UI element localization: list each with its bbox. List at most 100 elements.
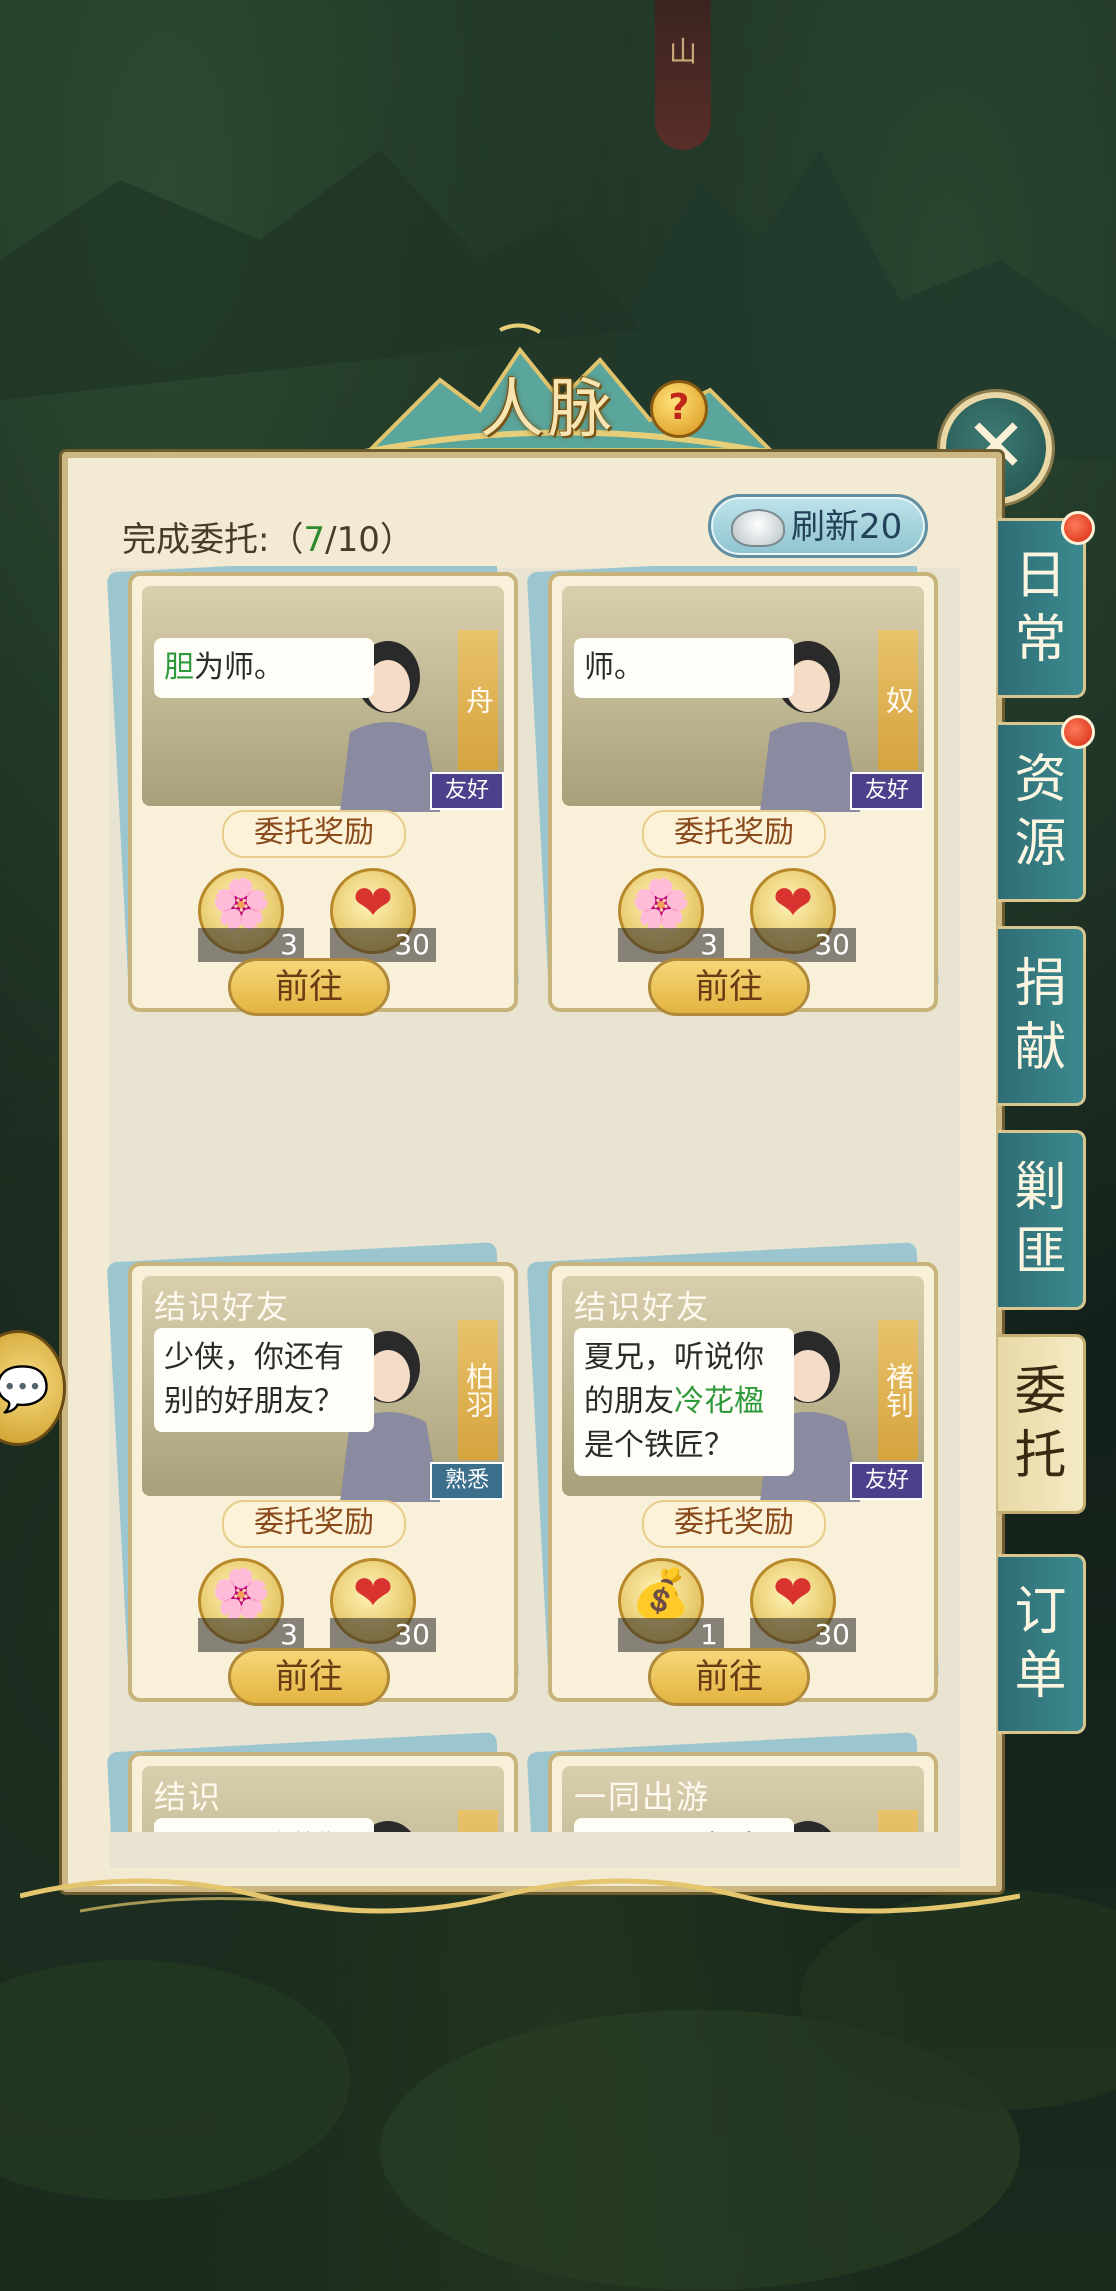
card-scene: 结识好友 夏兄，听说你的朋友冷花楹是个铁匠？ 褚钊 友好 bbox=[562, 1276, 924, 1502]
npc-speech: 夏兄，听说你的朋友冷花楹是个铁匠？ bbox=[574, 1328, 794, 1476]
card-scene: 师。 奴 友好 bbox=[562, 586, 924, 812]
reward-item-count: 3 bbox=[198, 1618, 304, 1652]
notification-dot-icon bbox=[1061, 715, 1095, 749]
card-category: 结识好友 bbox=[574, 1288, 711, 1326]
reward-favor-count: 30 bbox=[330, 1618, 436, 1652]
tab-捐献[interactable]: 捐献 bbox=[998, 926, 1086, 1106]
heart-icon: ❤ bbox=[772, 875, 814, 931]
speech-text: 公子，听说你的路子很广？ bbox=[164, 1830, 344, 1832]
progress-open: （ bbox=[269, 520, 304, 560]
relation-badge: 友好 bbox=[430, 772, 504, 810]
card-front: 师。 奴 友好 委托奖励 🌸 3 ❤ 30 前往 bbox=[548, 572, 938, 1016]
npc-speech: 师。 bbox=[574, 638, 794, 698]
commission-card: 结识好友 夏兄，听说你的朋友冷花楹是个铁匠？ 褚钊 友好 委托奖励 💰 1 ❤ … bbox=[526, 1242, 948, 1706]
reward-favor-count: 30 bbox=[330, 928, 436, 962]
progress-current: 7 bbox=[303, 520, 326, 560]
tab-label-char: 源 bbox=[1014, 814, 1067, 874]
commission-card-list[interactable]: 胆为师。 舟 友好 委托奖励 🌸 3 ❤ 30 前往 师。 奴 友好 委托奖励 … bbox=[104, 566, 954, 1832]
banner-text: 山 bbox=[668, 35, 697, 68]
tab-日常[interactable]: 日常 bbox=[998, 511, 1095, 698]
tab-资源[interactable]: 资源 bbox=[998, 715, 1095, 902]
reward-favor-count: 30 bbox=[750, 1618, 856, 1652]
goto-button[interactable]: 前往 bbox=[228, 1648, 390, 1706]
progress-sep: / bbox=[325, 520, 337, 560]
card-scene: 一同出游 公子，一起出门走走？ 吴苯 相识 bbox=[562, 1766, 924, 1832]
npc-name: 柏羽 bbox=[458, 1320, 498, 1460]
card-front: 结识好友 少侠，你还有别的好朋友？ 柏羽 熟悉 委托奖励 🌸 3 ❤ 30 前往 bbox=[128, 1262, 518, 1706]
flower-icon: 🌸 bbox=[211, 1566, 271, 1622]
card-front: 结识 公子，听说你的路子很广？ 冯玉兰 相识 委托奖励 🪙 7000 ❤ 30 … bbox=[128, 1752, 518, 1832]
reward-item-count: 1 bbox=[618, 1618, 724, 1652]
tab-label-char: 订 bbox=[1014, 1582, 1067, 1642]
card-category: 结识好友 bbox=[154, 1288, 291, 1326]
reward-item-count: 3 bbox=[198, 928, 304, 962]
card-front: 结识好友 夏兄，听说你的朋友冷花楹是个铁匠？ 褚钊 友好 委托奖励 💰 1 ❤ … bbox=[548, 1262, 938, 1706]
commission-card: 胆为师。 舟 友好 委托奖励 🌸 3 ❤ 30 前往 bbox=[106, 566, 528, 1016]
goto-button[interactable]: 前往 bbox=[648, 1648, 810, 1706]
reward-title: 委托奖励 bbox=[222, 1500, 406, 1548]
card-scene: 结识 公子，听说你的路子很广？ 冯玉兰 相识 bbox=[142, 1766, 504, 1832]
npc-name: 奴 bbox=[878, 630, 918, 770]
bottom-cloud-ornament bbox=[20, 1878, 1020, 1914]
tab-订单[interactable]: 订单 bbox=[998, 1554, 1086, 1734]
npc-speech: 公子，听说你的路子很广？ bbox=[154, 1818, 374, 1832]
speech-text: 师。 bbox=[584, 650, 644, 685]
tab-label-char: 剿 bbox=[1014, 1158, 1067, 1218]
commission-card: 结识好友 少侠，你还有别的好朋友？ 柏羽 熟悉 委托奖励 🌸 3 ❤ 30 前往 bbox=[106, 1242, 528, 1706]
refresh-button[interactable]: 刷新20 bbox=[708, 494, 928, 558]
npc-name: 舟 bbox=[458, 630, 498, 770]
mountain-banner: 山 bbox=[655, 0, 711, 150]
relation-badge: 熟悉 bbox=[430, 1462, 504, 1500]
goto-button[interactable]: 前往 bbox=[648, 958, 810, 1016]
speech-text: 是个铁匠？ bbox=[584, 1428, 734, 1463]
card-scene: 胆为师。 舟 友好 bbox=[142, 586, 504, 812]
speech-text: 少侠，你还有别的好朋友？ bbox=[164, 1340, 344, 1419]
reward-title: 委托奖励 bbox=[222, 810, 406, 858]
flower-icon: 🌸 bbox=[631, 876, 691, 932]
card-category: 结识 bbox=[154, 1778, 223, 1816]
npc-name: 冯玉兰 bbox=[458, 1810, 498, 1832]
commission-card: 结识 公子，听说你的路子很广？ 冯玉兰 相识 委托奖励 🪙 7000 ❤ 30 … bbox=[106, 1732, 528, 1832]
reward-favor-count: 30 bbox=[750, 928, 856, 962]
relation-badge: 友好 bbox=[850, 772, 924, 810]
tab-label-char: 单 bbox=[1014, 1646, 1067, 1706]
pouch-icon: 💰 bbox=[631, 1566, 691, 1622]
notification-dot-icon bbox=[1061, 511, 1095, 545]
goto-button[interactable]: 前往 bbox=[228, 958, 390, 1016]
progress-total: 10 bbox=[336, 520, 380, 560]
tab-剿匪[interactable]: 剿匪 bbox=[998, 1130, 1086, 1310]
reward-title: 委托奖励 bbox=[642, 810, 826, 858]
commission-progress: 完成委托:（7/10） bbox=[122, 512, 414, 561]
heart-icon: ❤ bbox=[352, 875, 394, 931]
speech-text: 为师。 bbox=[194, 650, 284, 685]
npc-name: 吴苯 bbox=[878, 1810, 918, 1832]
npc-speech: 胆为师。 bbox=[154, 638, 374, 698]
commission-card: 师。 奴 友好 委托奖励 🌸 3 ❤ 30 前往 bbox=[526, 566, 948, 1016]
silver-ingot-icon bbox=[731, 509, 785, 547]
progress-label: 完成委托: bbox=[122, 520, 270, 560]
relation-badge: 友好 bbox=[850, 1462, 924, 1500]
tab-委托[interactable]: 委托 bbox=[998, 1334, 1086, 1514]
refresh-label: 刷新20 bbox=[791, 507, 903, 547]
speech-highlight: 冷花楹 bbox=[674, 1384, 764, 1419]
card-front: 胆为师。 舟 友好 委托奖励 🌸 3 ❤ 30 前往 bbox=[128, 572, 518, 1016]
tab-label-char: 日 bbox=[1014, 546, 1067, 606]
npc-name: 褚钊 bbox=[878, 1320, 918, 1460]
page-title: 人脉 bbox=[480, 373, 616, 447]
heart-icon: ❤ bbox=[772, 1565, 814, 1621]
speech-text: 公子，一起出门走走？ bbox=[584, 1830, 764, 1832]
heart-icon: ❤ bbox=[352, 1565, 394, 1621]
tab-label-char: 资 bbox=[1014, 750, 1067, 810]
reward-item-count: 3 bbox=[618, 928, 724, 962]
npc-speech: 公子，一起出门走走？ bbox=[574, 1818, 794, 1832]
help-button[interactable]: ? bbox=[650, 380, 708, 438]
tab-label-char: 委 bbox=[1014, 1362, 1067, 1422]
card-front: 一同出游 公子，一起出门走走？ 吴苯 相识 委托奖励 🥗 7 ❤ 30 前往 bbox=[548, 1752, 938, 1832]
npc-speech: 少侠，你还有别的好朋友？ bbox=[154, 1328, 374, 1432]
speech-highlight: 胆 bbox=[164, 650, 194, 685]
tab-label-char: 捐 bbox=[1014, 954, 1067, 1014]
tab-label-char: 常 bbox=[1014, 610, 1067, 670]
commission-card: 一同出游 公子，一起出门走走？ 吴苯 相识 委托奖励 🥗 7 ❤ 30 前往 bbox=[526, 1732, 948, 1832]
card-scene: 结识好友 少侠，你还有别的好朋友？ 柏羽 熟悉 bbox=[142, 1276, 504, 1502]
card-category: 一同出游 bbox=[574, 1778, 711, 1816]
